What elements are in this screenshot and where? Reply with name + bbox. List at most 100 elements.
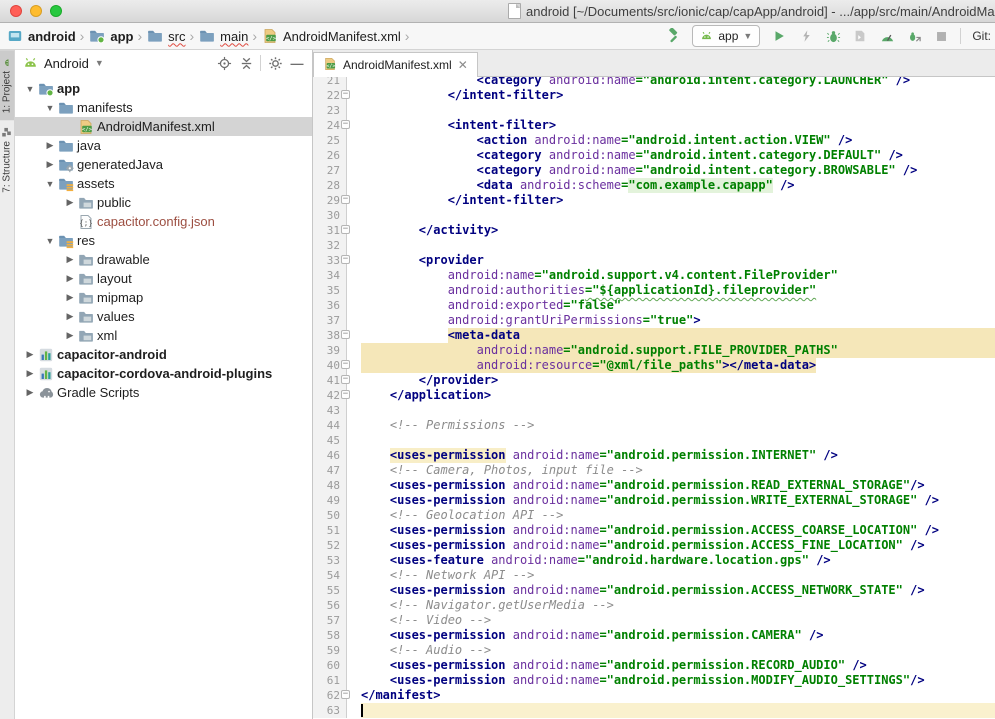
tree-item-res[interactable]: ▼res (15, 231, 312, 250)
code-line-29[interactable]: 29− </intent-filter> (313, 193, 995, 208)
code-line-54[interactable]: 54 <!-- Network API --> (313, 568, 995, 583)
code-line-27[interactable]: 27 <category android:name="android.inten… (313, 163, 995, 178)
code-line-38[interactable]: 38− <meta-data (313, 328, 995, 343)
code-line-39[interactable]: 39 android:name="android.support.FILE_PR… (313, 343, 995, 358)
code-line-21[interactable]: 21 <category android:name="android.inten… (313, 77, 995, 88)
tree-item-app[interactable]: ▼app (15, 79, 312, 98)
tool-stripe-project-tab[interactable]: 1: Project (0, 50, 14, 120)
tree-item-values[interactable]: ▶values (15, 307, 312, 326)
tree-item-androidmanifest-xml[interactable]: </>AndroidManifest.xml (15, 117, 312, 136)
line-number[interactable]: 61 (313, 673, 347, 688)
line-number[interactable]: 49 (313, 493, 347, 508)
tree-expand-arrow-icon[interactable]: ▼ (43, 103, 57, 113)
tool-stripe-structure-tab[interactable]: 7: Structure (0, 120, 14, 200)
tree-expand-arrow-icon[interactable]: ▶ (23, 368, 37, 379)
line-number[interactable]: 25 (313, 133, 347, 148)
line-number[interactable]: 23 (313, 103, 347, 118)
line-number[interactable]: 52 (313, 538, 347, 553)
run-configuration-select[interactable]: app ▼ (692, 25, 760, 47)
code-line-50[interactable]: 50 <!-- Geolocation API --> (313, 508, 995, 523)
line-number[interactable]: 35 (313, 283, 347, 298)
line-number[interactable]: 50 (313, 508, 347, 523)
breadcrumb-item-app[interactable]: app (88, 28, 133, 44)
code-line-28[interactable]: 28 <data android:scheme="com.example.cap… (313, 178, 995, 193)
tree-expand-arrow-icon[interactable]: ▶ (23, 349, 37, 360)
code-line-35[interactable]: 35 android:authorities="${applicationId}… (313, 283, 995, 298)
line-number[interactable]: 43 (313, 403, 347, 418)
debug-button[interactable] (825, 28, 841, 44)
git-branch-label[interactable]: Git: (972, 29, 993, 43)
tree-item-mipmap[interactable]: ▶mipmap (15, 288, 312, 307)
tree-expand-arrow-icon[interactable]: ▶ (63, 330, 77, 341)
tree-expand-arrow-icon[interactable]: ▶ (63, 197, 77, 208)
code-line-47[interactable]: 47 <!-- Camera, Photos, input file --> (313, 463, 995, 478)
code-line-53[interactable]: 53 <uses-feature android:name="android.h… (313, 553, 995, 568)
tree-item-assets[interactable]: ▼assets (15, 174, 312, 193)
fold-marker-icon[interactable]: − (341, 330, 350, 339)
tree-item-layout[interactable]: ▶layout (15, 269, 312, 288)
tree-item-public[interactable]: ▶public (15, 193, 312, 212)
run-with-coverage-icon[interactable] (852, 28, 868, 44)
code-line-55[interactable]: 55 <uses-permission android:name="androi… (313, 583, 995, 598)
code-line-60[interactable]: 60 <uses-permission android:name="androi… (313, 658, 995, 673)
line-number[interactable]: 56 (313, 598, 347, 613)
fold-marker-icon[interactable]: − (341, 390, 350, 399)
stop-button[interactable] (933, 28, 949, 44)
code-line-32[interactable]: 32 (313, 238, 995, 253)
line-number[interactable]: 34 (313, 268, 347, 283)
fold-marker-icon[interactable]: − (341, 375, 350, 384)
code-line-24[interactable]: 24− <intent-filter> (313, 118, 995, 133)
code-line-26[interactable]: 26 <category android:name="android.inten… (313, 148, 995, 163)
tree-expand-arrow-icon[interactable]: ▶ (43, 140, 57, 151)
tree-item-capacitor-cordova-android-plugins[interactable]: ▶capacitor-cordova-android-plugins (15, 364, 312, 383)
zoom-window-button[interactable] (50, 5, 62, 17)
code-line-34[interactable]: 34 android:name="android.support.v4.cont… (313, 268, 995, 283)
fold-marker-icon[interactable]: − (341, 225, 350, 234)
line-number[interactable]: 37 (313, 313, 347, 328)
code-line-52[interactable]: 52 <uses-permission android:name="androi… (313, 538, 995, 553)
line-number[interactable]: 27 (313, 163, 347, 178)
code-line-56[interactable]: 56 <!-- Navigator.getUserMedia --> (313, 598, 995, 613)
breadcrumb-item-main[interactable]: main (198, 28, 248, 44)
run-button[interactable] (771, 28, 787, 44)
code-line-59[interactable]: 59 <!-- Audio --> (313, 643, 995, 658)
breadcrumb-item-androidmanifest-xml[interactable]: </>AndroidManifest.xml (261, 28, 401, 44)
locate-file-icon[interactable] (216, 55, 232, 71)
line-number[interactable]: 53 (313, 553, 347, 568)
tree-expand-arrow-icon[interactable]: ▶ (63, 292, 77, 303)
close-tab-icon[interactable]: ✕ (458, 58, 468, 72)
fold-marker-icon[interactable]: − (341, 195, 350, 204)
code-line-23[interactable]: 23 (313, 103, 995, 118)
code-line-33[interactable]: 33− <provider (313, 253, 995, 268)
code-line-31[interactable]: 31− </activity> (313, 223, 995, 238)
line-number[interactable]: 57 (313, 613, 347, 628)
tree-expand-arrow-icon[interactable]: ▼ (43, 236, 57, 246)
tree-item-java[interactable]: ▶java (15, 136, 312, 155)
hide-panel-icon[interactable]: — (289, 55, 305, 71)
code-line-43[interactable]: 43 (313, 403, 995, 418)
tree-item-drawable[interactable]: ▶drawable (15, 250, 312, 269)
fold-marker-icon[interactable]: − (341, 360, 350, 369)
code-editor[interactable]: 21 <category android:name="android.inten… (313, 77, 995, 719)
tree-item-capacitor-android[interactable]: ▶capacitor-android (15, 345, 312, 364)
fold-marker-icon[interactable]: − (341, 690, 350, 699)
line-number[interactable]: 59 (313, 643, 347, 658)
breadcrumb-item-src[interactable]: src (146, 28, 185, 44)
fold-marker-icon[interactable]: − (341, 120, 350, 129)
line-number[interactable]: 54 (313, 568, 347, 583)
fold-marker-icon[interactable]: − (341, 90, 350, 99)
line-number[interactable]: 51 (313, 523, 347, 538)
code-line-42[interactable]: 42− </application> (313, 388, 995, 403)
project-view-selector[interactable]: Android (44, 56, 89, 71)
code-line-46[interactable]: 46 <uses-permission android:name="androi… (313, 448, 995, 463)
tree-expand-arrow-icon[interactable]: ▶ (43, 159, 57, 170)
tree-item-generatedjava[interactable]: ▶generatedJava (15, 155, 312, 174)
tree-expand-arrow-icon[interactable]: ▶ (23, 387, 37, 398)
tree-item-gradle-scripts[interactable]: ▶Gradle Scripts (15, 383, 312, 402)
code-line-25[interactable]: 25 <action android:name="android.intent.… (313, 133, 995, 148)
code-line-61[interactable]: 61 <uses-permission android:name="androi… (313, 673, 995, 688)
line-number[interactable]: 60 (313, 658, 347, 673)
line-number[interactable]: 48 (313, 478, 347, 493)
code-line-51[interactable]: 51 <uses-permission android:name="androi… (313, 523, 995, 538)
line-number[interactable]: 63 (313, 703, 347, 718)
